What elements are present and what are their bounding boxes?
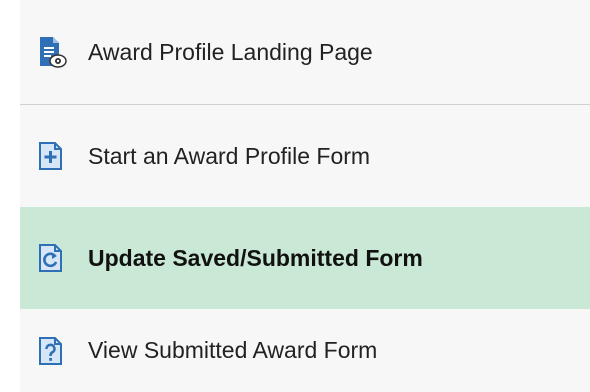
document-question-icon: [34, 334, 68, 368]
document-add-icon: [34, 139, 68, 173]
nav-item-label: View Submitted Award Form: [88, 337, 378, 363]
nav-item-label: Start an Award Profile Form: [88, 142, 371, 169]
nav-item-update-saved-submitted-form[interactable]: Update Saved/Submitted Form: [20, 207, 590, 309]
nav-item-award-profile-landing-page[interactable]: Award Profile Landing Page: [20, 0, 590, 104]
nav-item-label: Update Saved/Submitted Form: [88, 244, 423, 271]
nav-item-start-award-profile-form[interactable]: Start an Award Profile Form: [20, 105, 590, 207]
nav-item-view-submitted-award-form[interactable]: View Submitted Award Form: [20, 309, 590, 392]
document-refresh-icon: [34, 241, 68, 275]
document-view-icon: [34, 35, 68, 69]
award-profile-nav-menu: Award Profile Landing Page Start an Awar…: [0, 0, 590, 392]
nav-item-label: Award Profile Landing Page: [88, 38, 373, 65]
